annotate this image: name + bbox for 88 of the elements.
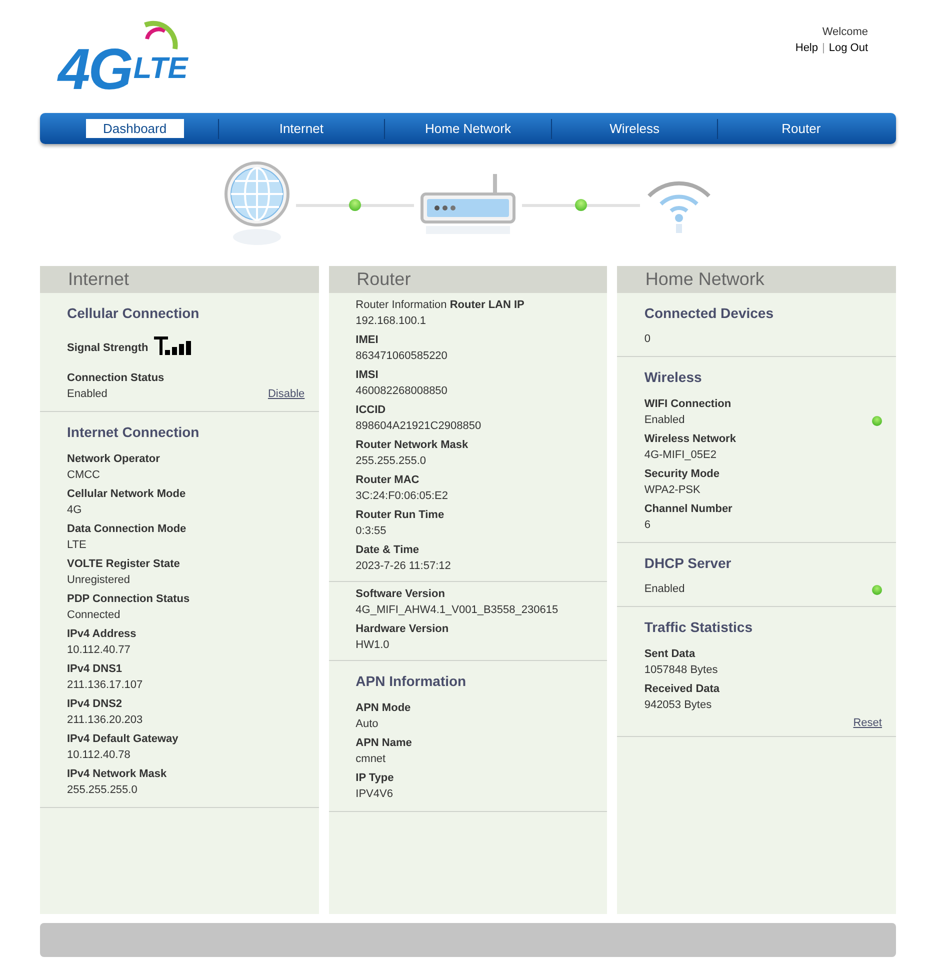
field-value: IPV4V6: [356, 787, 393, 802]
field-value: Enabled: [644, 413, 685, 428]
field-label: IPv4 Network Mask: [67, 767, 168, 782]
field-label: PDP Connection Status: [67, 592, 191, 607]
welcome-text: Welcome: [822, 25, 868, 40]
field-value: Enabled: [67, 387, 108, 402]
field-value: WPA2-PSK: [644, 483, 700, 498]
field-label: Security Mode: [644, 467, 721, 482]
field-value: 0:3:55: [356, 524, 386, 539]
field-label: Router Run Time: [356, 508, 446, 523]
field-value: 3C:24:F0:06:05:E2: [356, 489, 448, 504]
panel-title: Router: [356, 268, 411, 291]
field-label: Data Connection Mode: [67, 522, 188, 537]
field-value: HW1.0: [356, 638, 390, 653]
field-value: 4G-MIFI_05E2: [644, 448, 716, 463]
field-value: 2023-7-26 11:57:12: [356, 559, 451, 574]
panel-title: Internet: [68, 268, 130, 291]
field-label: Cellular Network Mode: [67, 487, 187, 502]
field-label: IPv4 Address: [67, 627, 138, 642]
field-label: Software Version: [356, 587, 446, 602]
field-value: 863471060585220: [356, 349, 448, 364]
field-label: Channel Number: [644, 502, 734, 517]
logo-suffix: LTE: [133, 52, 188, 86]
section-heading: Connected Devices: [644, 304, 774, 323]
field-value: 1057848 Bytes: [644, 663, 718, 678]
header-link[interactable]: Help: [795, 40, 818, 56]
link-separator: |: [822, 41, 825, 56]
field-label: ICCID: [356, 403, 387, 418]
field-label: VOLTE Register State: [67, 557, 181, 572]
field-value: 898604A21921C2908850: [356, 419, 482, 434]
action-link[interactable]: Disable: [268, 387, 305, 402]
field-label: APN Name: [356, 736, 413, 751]
field-label: Sent Data: [644, 647, 696, 662]
section-heading: Cellular Connection: [67, 304, 200, 323]
field-label: Router Information Router LAN IP: [356, 298, 526, 313]
nav-tab[interactable]: Router: [774, 119, 829, 138]
field-label: Connection Status: [67, 371, 166, 386]
field-value: 211.136.17.107: [67, 678, 143, 693]
section-heading: Wireless: [644, 368, 703, 387]
field-value: 460082268008850: [356, 384, 448, 399]
field-label: APN Mode: [356, 701, 412, 716]
field-label: IPv4 DNS2: [67, 697, 124, 712]
field-label: Router Network Mask: [356, 438, 470, 453]
header-link[interactable]: Log Out: [828, 40, 868, 56]
router-icon: [420, 174, 516, 236]
section-heading: Traffic Statistics: [644, 618, 754, 637]
field-value: Connected: [67, 608, 120, 623]
field-value: 4G: [67, 503, 82, 518]
field-label: Router MAC: [356, 473, 420, 488]
field-label: Signal Strength: [67, 340, 148, 356]
field-value: Unregistered: [67, 573, 130, 588]
field-label: IPv4 Default Gateway: [67, 732, 180, 747]
field-value: 211.136.20.203: [67, 713, 143, 728]
field-label: IMSI: [356, 368, 380, 383]
nav-tab[interactable]: Wireless: [602, 119, 668, 138]
field-label: Network Operator: [67, 452, 161, 467]
field-label: IP Type: [356, 771, 395, 786]
field-value: 10.112.40.78: [67, 748, 130, 763]
field-label: Received Data: [644, 682, 721, 697]
nav-tab[interactable]: Internet: [271, 119, 332, 138]
section-heading: DHCP Server: [644, 554, 732, 573]
logo-mark: 4G: [58, 40, 132, 100]
field-value: LTE: [67, 538, 86, 553]
section-heading: Internet Connection: [67, 423, 200, 442]
field-label: IPv4 DNS1: [67, 662, 124, 677]
field-value: 255.255.255.0: [67, 783, 138, 798]
section-heading: APN Information: [356, 672, 468, 691]
panel-title: Home Network: [645, 268, 764, 291]
field-value: 255.255.255.0: [356, 454, 426, 469]
field-value: 4G_MIFI_AHW4.1_V001_B3558_230615: [356, 603, 558, 618]
nav-tab[interactable]: Home Network: [417, 119, 519, 138]
field-value: 192.168.100.1: [356, 314, 426, 329]
field-value: cmnet: [356, 752, 386, 767]
field-value: Enabled: [644, 582, 685, 597]
field-label: Date & Time: [356, 543, 420, 558]
field-value: 0: [644, 332, 650, 347]
field-value: Auto: [356, 717, 378, 732]
nav-tab[interactable]: Dashboard: [86, 119, 184, 138]
field-label: IMEI: [356, 333, 380, 348]
field-label: Wireless Network: [644, 432, 737, 447]
field-value: 942053 Bytes: [644, 698, 712, 713]
field-value: 10.112.40.77: [67, 643, 130, 658]
field-label: Hardware Version: [356, 622, 450, 637]
field-label: WIFI Connection: [644, 397, 732, 412]
field-value: CMCC: [67, 468, 100, 483]
field-value: 6: [644, 518, 650, 533]
signal-strength-icon: [152, 336, 192, 356]
action-link[interactable]: Reset: [853, 716, 882, 730]
